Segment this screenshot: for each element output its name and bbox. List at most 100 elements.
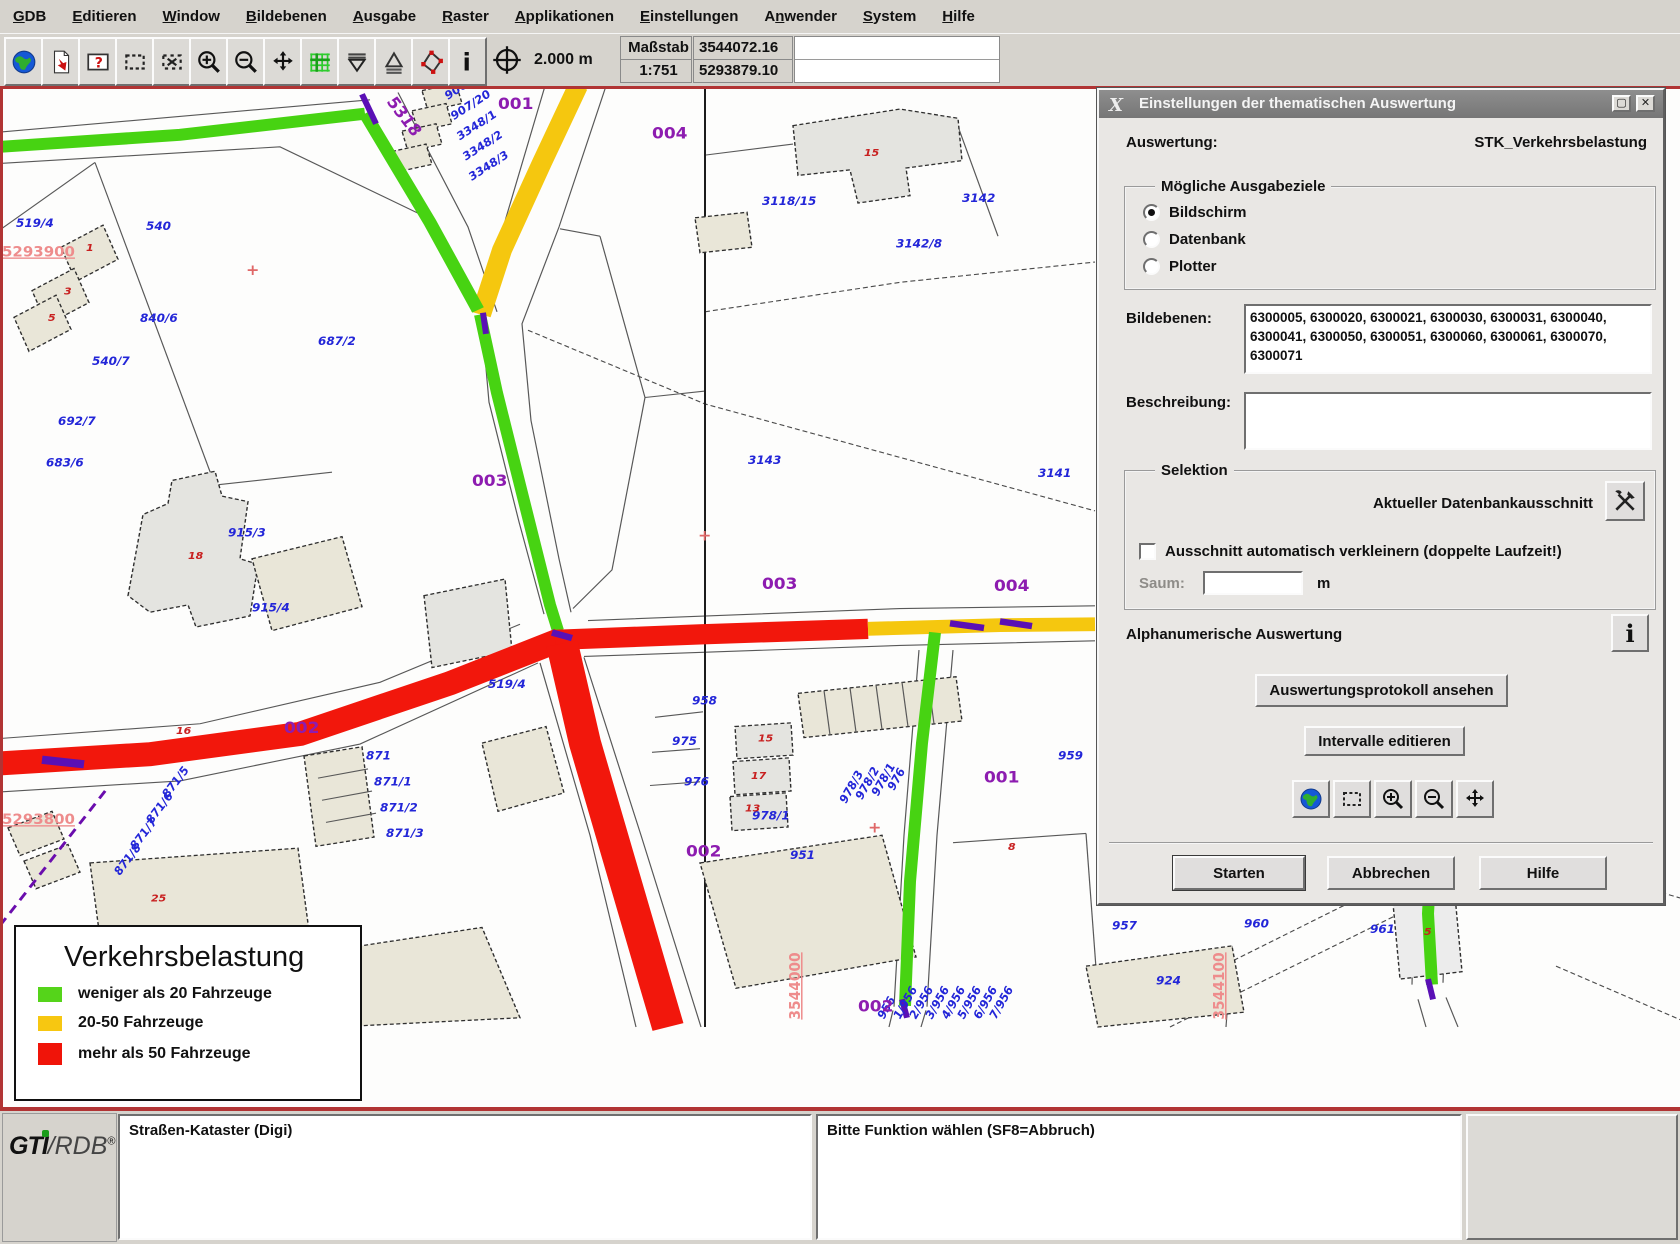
dialog-titlebar[interactable]: X Einstellungen der thematischen Auswert…	[1099, 90, 1663, 118]
pan-icon[interactable]	[1456, 780, 1494, 818]
auto-shrink-checkbox[interactable]	[1139, 543, 1156, 560]
menu-hilfe[interactable]: Hilfe	[929, 0, 988, 33]
menu-bildebenen[interactable]: Bildebenen	[233, 0, 340, 33]
map-label: 3143	[748, 453, 781, 466]
starten-button[interactable]: Starten	[1173, 856, 1305, 890]
select-rect-icon[interactable]	[1333, 780, 1371, 818]
map-label: 958	[692, 694, 717, 707]
menu-anwender[interactable]: Anwender	[751, 0, 850, 33]
zoom-out-icon[interactable]	[1415, 780, 1453, 818]
legend-label: 20-50 Fahrzeuge	[78, 1014, 203, 1032]
map-label: 871	[366, 749, 391, 762]
zoom-in-icon[interactable]	[189, 37, 228, 86]
dialog-map-toolbar	[1292, 780, 1494, 818]
legend: Verkehrsbelastung weniger als 20 Fahrzeu…	[14, 925, 362, 1101]
auswertung-label: Auswertung:	[1126, 134, 1218, 151]
beschreibung-label: Beschreibung:	[1126, 394, 1231, 411]
map-label: 519/4	[16, 216, 54, 229]
abbrechen-button[interactable]: Abbrechen	[1327, 856, 1455, 890]
radio-plotter[interactable]: Plotter	[1143, 255, 1217, 277]
legend-swatch	[38, 1016, 62, 1031]
zoom-out-icon[interactable]	[226, 37, 265, 86]
map-label: 915/4	[252, 601, 290, 614]
current-db-extent-label: Aktueller Datenbankausschnitt	[1373, 495, 1593, 512]
legend-label: weniger als 20 Fahrzeuge	[78, 985, 272, 1003]
map-label: 961	[1370, 922, 1395, 935]
menu-window[interactable]: Window	[150, 0, 233, 33]
auto-shrink-row[interactable]: Ausschnitt automatisch verkleinern (dopp…	[1139, 543, 1562, 560]
select-transform-icon[interactable]	[152, 37, 191, 86]
radio-datenbank[interactable]: Datenbank	[1143, 228, 1246, 250]
scale-display: Maßstab 1:751	[620, 36, 692, 83]
radio-label: Datenbank	[1169, 231, 1246, 248]
pan-icon[interactable]	[263, 37, 302, 86]
menu-system[interactable]: System	[850, 0, 929, 33]
saum-unit: m	[1317, 575, 1330, 592]
menu-raster[interactable]: Raster	[429, 0, 502, 33]
map-label: 3141	[1038, 466, 1071, 479]
logo-reg: ®	[107, 1136, 115, 1148]
legend-swatch	[38, 1043, 62, 1065]
grid-icon[interactable]	[300, 37, 339, 86]
map-label: 003	[472, 472, 507, 490]
menu-gdb[interactable]: GDB	[0, 0, 59, 33]
close-icon[interactable]: ✕	[1636, 95, 1655, 112]
legend-title: Verkehrsbelastung	[64, 941, 360, 974]
protokoll-button[interactable]: Auswertungsprotokoll ansehen	[1255, 674, 1508, 707]
map-label: 5293800	[2, 813, 75, 828]
tools-button[interactable]	[1605, 481, 1645, 521]
hilfe-button[interactable]: Hilfe	[1479, 856, 1607, 890]
map-label: 5	[1424, 926, 1432, 938]
polygon-icon[interactable]	[411, 37, 450, 86]
menu-editieren[interactable]: Editieren	[59, 0, 149, 33]
maximize-icon[interactable]: ▢	[1612, 95, 1631, 112]
coordinate-display: 3544072.16 5293879.10	[693, 36, 793, 83]
settings-dialog: X Einstellungen der thematischen Auswert…	[1097, 88, 1665, 905]
prompt-field: Bitte Funktion wählen (SF8=Abbruch)	[816, 1114, 1462, 1240]
map-label: 13	[745, 803, 760, 815]
info-icon[interactable]: i	[448, 37, 487, 86]
map-label: 519/4	[488, 677, 526, 690]
menu-ausgabe[interactable]: Ausgabe	[340, 0, 429, 33]
coordinate-y: 5293879.10	[694, 60, 792, 82]
map-label: 692/7	[58, 415, 96, 428]
map-label: 001	[498, 95, 533, 113]
dialog-title: Einstellungen der thematischen Auswertun…	[1139, 90, 1456, 118]
menu-bar: GDBEditierenWindowBildebenenAusgabeRaste…	[0, 0, 1680, 33]
menu-einstellungen[interactable]: Einstellungen	[627, 0, 751, 33]
beschreibung-textarea[interactable]	[1244, 392, 1652, 450]
radio-circle[interactable]	[1143, 258, 1160, 275]
legend-item: 20-50 Fahrzeuge	[38, 1014, 360, 1032]
intervalle-button[interactable]: Intervalle editieren	[1304, 726, 1465, 756]
legend-item: weniger als 20 Fahrzeuge	[38, 985, 360, 1003]
radio-circle[interactable]	[1143, 231, 1160, 248]
bildebenen-textarea[interactable]: 6300005, 6300020, 6300021, 6300030, 6300…	[1244, 304, 1652, 374]
triangle-icon[interactable]	[374, 37, 413, 86]
selektion-group: Selektion Aktueller Datenbankausschnitt …	[1124, 470, 1656, 610]
map-label: 975	[672, 734, 697, 747]
info-button[interactable]: i	[1611, 614, 1649, 652]
select-rect-icon[interactable]	[115, 37, 154, 86]
radio-circle[interactable]	[1143, 204, 1160, 221]
menu-applikationen[interactable]: Applikationen	[502, 0, 627, 33]
legend-swatch	[38, 987, 62, 1002]
globe-icon[interactable]	[4, 37, 43, 86]
zoom-in-icon[interactable]	[1374, 780, 1412, 818]
map-label: 18	[188, 550, 203, 562]
map-label: 5293900	[2, 245, 75, 260]
redraw-document-icon[interactable]	[41, 37, 80, 86]
map-label: 004	[652, 124, 687, 142]
query-box-icon[interactable]: ?	[78, 37, 117, 86]
globe-icon	[11, 49, 37, 75]
map-label: 3142	[962, 192, 995, 205]
bildebenen-label: Bildebenen:	[1126, 310, 1212, 327]
svg-text:?: ?	[94, 55, 102, 71]
filter-funnel-icon[interactable]	[337, 37, 376, 86]
map-label: 3	[64, 286, 72, 298]
radio-bildschirm[interactable]: Bildschirm	[1143, 201, 1247, 223]
saum-input[interactable]	[1203, 571, 1303, 595]
crosshair-icon[interactable]	[492, 45, 522, 75]
alpha-auswertung-label: Alphanumerische Auswertung	[1126, 626, 1342, 643]
map-label: +	[698, 527, 711, 544]
globe-icon[interactable]	[1292, 780, 1330, 818]
